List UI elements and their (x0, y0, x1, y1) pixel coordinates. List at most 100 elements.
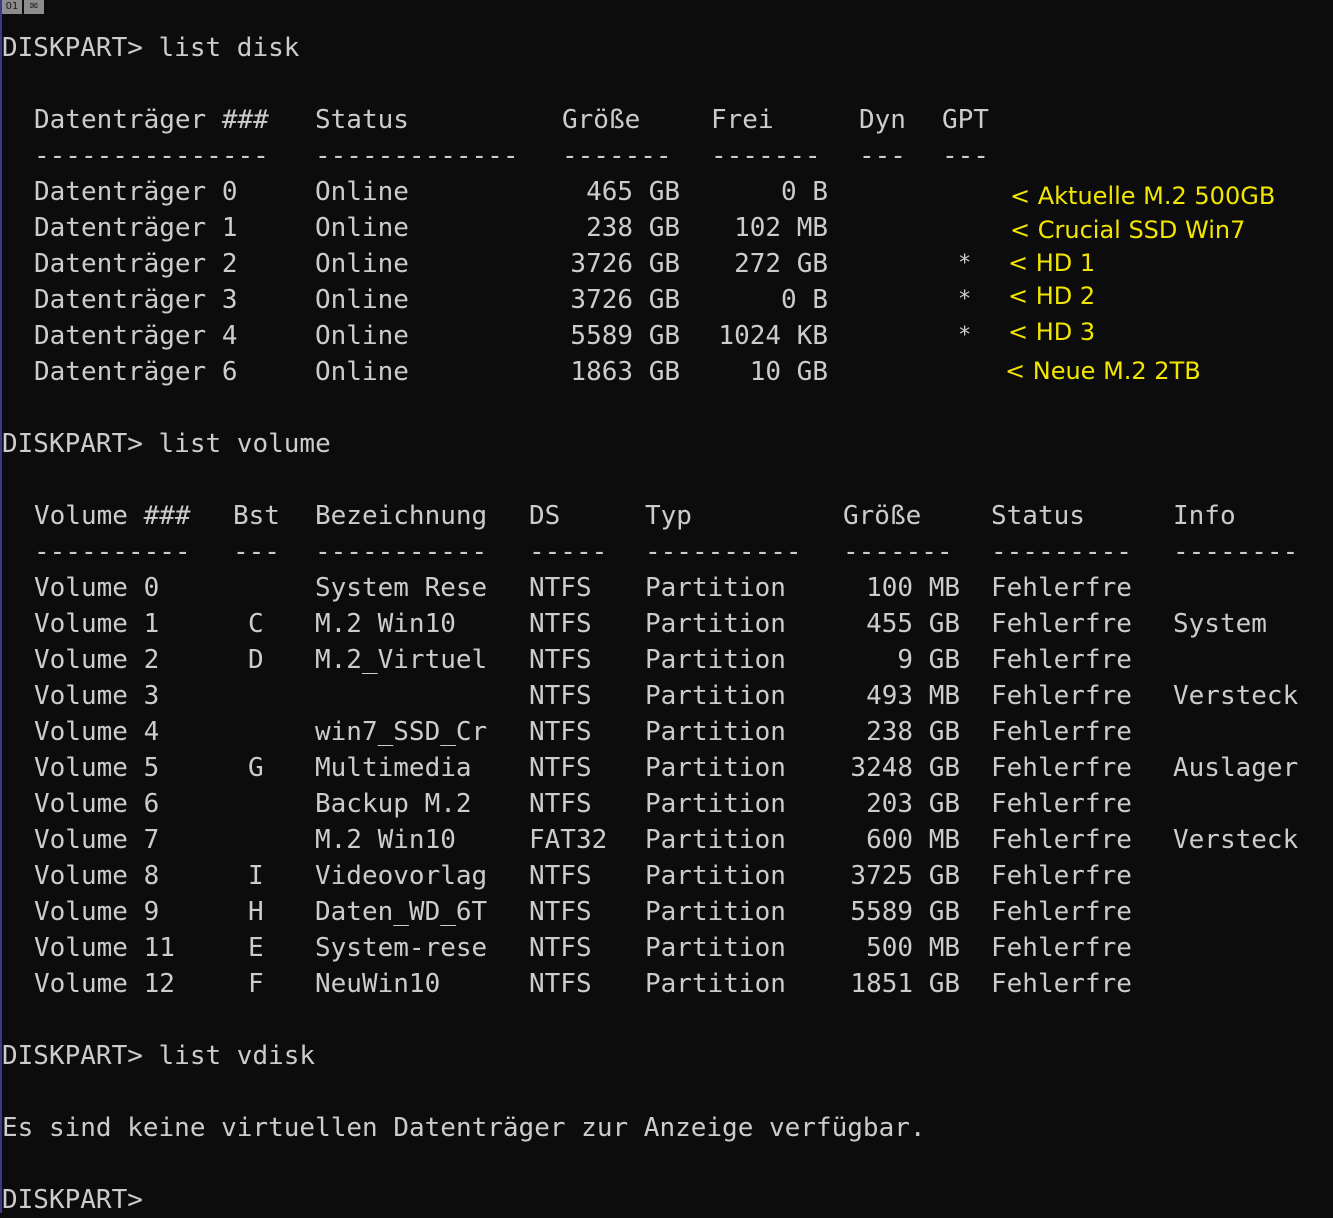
volume-status-cell: Fehlerfre (991, 933, 1132, 963)
volume-letter-cell: D (248, 645, 264, 675)
volume-size-cell: 203 GB (866, 789, 960, 819)
prompt-list-disk: DISKPART> list disk (2, 33, 300, 63)
volume-number-cell: Volume 12 (34, 969, 175, 999)
volume-fs-cell: FAT32 (529, 825, 608, 855)
disk-header-dyn: Dyn (859, 105, 906, 135)
disk-status-cell: Online (315, 249, 409, 279)
volume-label-cell: win7_SSD_Cr (315, 717, 488, 747)
volume-status-cell: Fehlerfre (991, 789, 1132, 819)
volume-label-cell: Multimedia (315, 753, 472, 783)
volume-label-cell: Backup M.2 (315, 789, 472, 819)
volume-size-cell: 100 MB (866, 573, 960, 603)
disk-free-cell: 1024 KB (718, 321, 828, 351)
volume-info-cell: System (1173, 609, 1267, 639)
disk-gpt-cell: * (958, 287, 972, 312)
disk-separator: --------------- (34, 141, 269, 171)
volume-size-cell: 238 GB (866, 717, 960, 747)
disk-separator: ------- (711, 141, 821, 171)
volume-number-cell: Volume 1 (34, 609, 160, 639)
volume-status-cell: Fehlerfre (991, 645, 1132, 675)
vol-header-label: Bezeichnung (315, 501, 488, 531)
disk-size-cell: 3726 GB (570, 249, 680, 279)
volume-type-cell: Partition (645, 789, 786, 819)
disk-size-cell: 238 GB (586, 213, 680, 243)
vol-header-fs: DS (529, 501, 561, 531)
volume-number-cell: Volume 6 (34, 789, 160, 819)
volume-size-cell: 600 MB (866, 825, 960, 855)
volume-status-cell: Fehlerfre (991, 969, 1132, 999)
volume-number-cell: Volume 5 (34, 753, 160, 783)
vol-header-status: Status (991, 501, 1085, 531)
disk-name-cell: Datenträger 4 (34, 321, 238, 351)
volume-type-cell: Partition (645, 753, 786, 783)
disk-status-cell: Online (315, 321, 409, 351)
volume-info-cell: Versteck (1173, 681, 1299, 711)
prompt-list-volume: DISKPART> list volume (2, 429, 331, 459)
volume-fs-cell: NTFS (529, 861, 592, 891)
disk-gpt-cell: * (958, 251, 972, 276)
volume-status-cell: Fehlerfre (991, 861, 1132, 891)
prompt-list-vdisk: DISKPART> list vdisk (2, 1041, 316, 1071)
vol-separator: ----- (529, 537, 608, 567)
volume-letter-cell: I (248, 861, 264, 891)
volume-number-cell: Volume 4 (34, 717, 160, 747)
volume-size-cell: 500 MB (866, 933, 960, 963)
disk-separator: ------------- (315, 141, 519, 171)
vol-separator: --- (233, 537, 280, 567)
volume-fs-cell: NTFS (529, 753, 592, 783)
volume-number-cell: Volume 8 (34, 861, 160, 891)
vol-header-number: Volume ### (34, 501, 191, 531)
disk-free-cell: 0 B (781, 285, 828, 315)
console-window[interactable]: 01 ✉ DISKPART> list disk Datenträger ###… (0, 0, 1333, 1215)
volume-fs-cell: NTFS (529, 681, 592, 711)
volume-label-cell: M.2 Win10 (315, 825, 456, 855)
disk-size-cell: 5589 GB (570, 321, 680, 351)
disk-status-cell: Online (315, 213, 409, 243)
volume-number-cell: Volume 2 (34, 645, 160, 675)
volume-type-cell: Partition (645, 645, 786, 675)
volume-status-cell: Fehlerfre (991, 717, 1132, 747)
volume-fs-cell: NTFS (529, 717, 592, 747)
disk-free-cell: 10 GB (749, 357, 828, 387)
volume-letter-cell: H (248, 897, 264, 927)
disk-size-cell: 1863 GB (570, 357, 680, 387)
disk-status-cell: Online (315, 357, 409, 387)
disk-header-gpt: GPT (942, 105, 989, 135)
vol-separator: --------- (991, 537, 1132, 567)
volume-label-cell: M.2 Win10 (315, 609, 456, 639)
vol-separator: ---------- (34, 537, 191, 567)
volume-type-cell: Partition (645, 969, 786, 999)
disk-size-cell: 465 GB (586, 177, 680, 207)
volume-size-cell: 9 GB (897, 645, 960, 675)
volume-label-cell: NeuWin10 (315, 969, 441, 999)
disk-annotation: < HD 1 (1008, 249, 1096, 277)
volume-status-cell: Fehlerfre (991, 573, 1132, 603)
vol-separator: ----------- (315, 537, 488, 567)
mail-icon: ✉ (24, 0, 44, 14)
volume-size-cell: 455 GB (866, 609, 960, 639)
volume-fs-cell: NTFS (529, 789, 592, 819)
volume-number-cell: Volume 3 (34, 681, 160, 711)
volume-type-cell: Partition (645, 609, 786, 639)
disk-header-size: Größe (562, 105, 641, 135)
volume-type-cell: Partition (645, 681, 786, 711)
disk-annotation: < Crucial SSD Win7 (1010, 216, 1246, 244)
volume-fs-cell: NTFS (529, 969, 592, 999)
vol-header-type: Typ (645, 501, 692, 531)
disk-name-cell: Datenträger 0 (34, 177, 238, 207)
volume-type-cell: Partition (645, 573, 786, 603)
disk-free-cell: 0 B (781, 177, 828, 207)
disk-free-cell: 272 GB (734, 249, 828, 279)
vol-header-size: Größe (843, 501, 922, 531)
disk-status-cell: Online (315, 285, 409, 315)
disk-header-status: Status (315, 105, 409, 135)
volume-letter-cell: C (248, 609, 264, 639)
disk-annotation: < HD 3 (1008, 318, 1096, 346)
disk-header-free: Frei (711, 105, 774, 135)
volume-label-cell: Videovorlag (315, 861, 488, 891)
title-icons: 01 ✉ (2, 0, 44, 14)
window-border (0, 0, 2, 1213)
volume-info-cell: Auslager (1173, 753, 1299, 783)
volume-letter-cell: G (248, 753, 264, 783)
disk-name-cell: Datenträger 1 (34, 213, 238, 243)
